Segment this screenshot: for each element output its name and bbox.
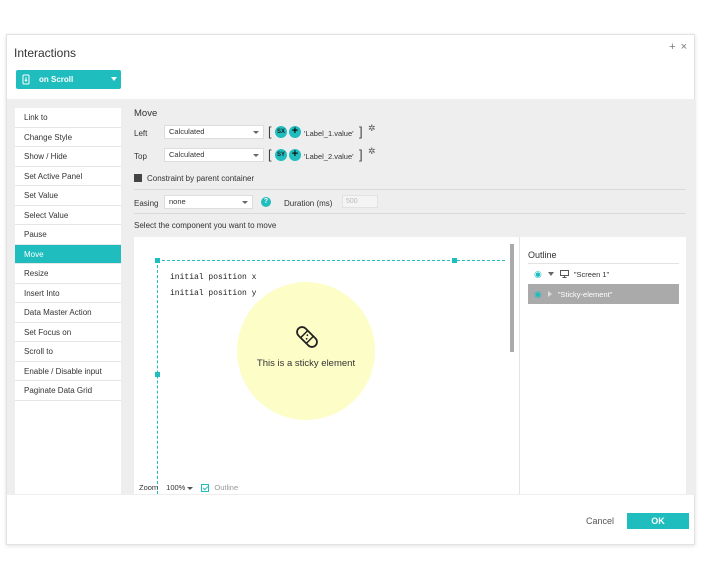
chevron-down-icon [253, 131, 259, 134]
action-item-data-master-action[interactable]: Data Master Action [15, 303, 121, 323]
move-panel: Move Left Calculated [ SX + 'Label_1.val… [134, 99, 686, 495]
dialog-top-actions: + × [669, 41, 687, 53]
easing-value: none [169, 197, 186, 206]
close-icon[interactable]: × [681, 41, 687, 53]
sticky-text: This is a sticky element [256, 358, 356, 369]
chevron-down-icon [242, 201, 248, 204]
left-bracket-open: [ [268, 124, 272, 139]
code-line: initial position x [170, 273, 257, 282]
dialog-body: Link to Change Style Show / Hide Set Active… [7, 99, 696, 495]
cancel-button[interactable]: Cancel [586, 516, 614, 526]
left-mode-value: Calculated [169, 127, 205, 136]
component-canvas[interactable]: initial position x initial position y Th… [134, 237, 519, 494]
zoom-label: Zoom [139, 483, 159, 492]
plus-icon: + [291, 125, 299, 137]
left-fn-button[interactable]: SX [275, 126, 287, 138]
plus-icon: + [291, 148, 299, 160]
help-icon[interactable]: ? [261, 197, 271, 207]
easing-select[interactable]: none [164, 195, 253, 209]
action-item-set-value[interactable]: Set Value [15, 186, 121, 206]
action-item-scroll-to[interactable]: Scroll to [15, 342, 121, 362]
left-label: Left [134, 129, 148, 138]
action-item-insert-into[interactable]: Insert Into [15, 284, 121, 303]
top-bracket-close: ] [359, 147, 363, 162]
resize-handle[interactable] [452, 258, 457, 263]
action-item-resize[interactable]: Resize [15, 264, 121, 284]
outline-item-screen[interactable]: ◉ "Screen 1" [528, 264, 679, 284]
resize-handle[interactable] [155, 258, 160, 263]
expand-right-icon[interactable] [547, 291, 552, 297]
top-label: Top [134, 152, 147, 161]
component-canvas-box: initial position x initial position y Th… [134, 237, 686, 494]
action-item-set-active-panel[interactable]: Set Active Panel [15, 167, 121, 186]
eye-icon[interactable]: ◉ [534, 269, 542, 280]
easing-label: Easing [134, 199, 159, 208]
action-item-enable-disable-input[interactable]: Enable / Disable input [15, 362, 121, 381]
constraint-checkbox[interactable] [134, 174, 142, 182]
gear-icon[interactable]: ✲ [368, 123, 376, 134]
duration-input[interactable]: 500 [342, 195, 378, 208]
divider [134, 189, 686, 190]
outline-panel: Outline ◉ "Screen 1" ◉ "Sticky-element" [528, 237, 683, 494]
action-item-paginate-data-grid[interactable]: Paginate Data Grid [15, 381, 121, 401]
top-bracket-open: [ [268, 147, 272, 162]
outline-title: Outline [528, 250, 557, 260]
chevron-down-icon [187, 486, 194, 490]
zoom-value: 100% [166, 483, 186, 492]
resize-handle[interactable] [155, 372, 160, 377]
top-add-button[interactable]: + [289, 149, 301, 161]
dialog-title: Interactions [14, 46, 77, 60]
top-fn-button[interactable]: SY [275, 149, 287, 161]
constraint-label: Constraint by parent container [147, 174, 255, 183]
action-item-select-value[interactable]: Select Value [15, 206, 121, 225]
left-add-button[interactable]: + [289, 126, 301, 138]
monitor-icon [559, 270, 569, 278]
code-line: initial position y [170, 289, 257, 298]
outline-item-sticky-element[interactable]: ◉ "Sticky-element" [528, 284, 679, 304]
action-item-move[interactable]: Move [15, 244, 121, 264]
outline-checkbox[interactable] [201, 483, 210, 492]
top-mode-value: Calculated [169, 150, 205, 159]
scroll-icon [22, 74, 31, 85]
top-mode-select[interactable]: Calculated [164, 148, 264, 162]
interactions-dialog: Interactions + × on Scroll Link to Change… [6, 34, 696, 545]
chevron-down-icon [253, 154, 259, 157]
section-title: Move [134, 108, 158, 119]
bandage-icon [292, 322, 322, 352]
top-formula[interactable]: 'Label_2.value' [304, 152, 354, 161]
left-mode-select[interactable]: Calculated [164, 125, 264, 139]
expand-down-icon[interactable] [547, 272, 554, 276]
canvas-scrollbar[interactable] [510, 244, 514, 352]
eye-icon[interactable]: ◉ [534, 289, 542, 300]
zoom-select[interactable]: 100% [166, 483, 194, 492]
chevron-down-icon [111, 77, 117, 81]
outline-toggle-label: Outline [214, 483, 239, 492]
add-interaction-icon[interactable]: + [669, 41, 675, 53]
action-list: Link to Change Style Show / Hide Set Active… [15, 108, 121, 494]
trigger-dropdown[interactable]: on Scroll [16, 70, 121, 89]
action-item-set-focus-on[interactable]: Set Focus on [15, 323, 121, 342]
zoom-controls: Zoom 100% Outline [139, 483, 238, 492]
action-item-pause[interactable]: Pause [15, 225, 121, 245]
left-formula[interactable]: 'Label_1.value' [304, 129, 354, 138]
action-item-link-to[interactable]: Link to [15, 108, 121, 128]
gear-icon[interactable]: ✲ [368, 146, 376, 157]
left-bracket-close: ] [359, 124, 363, 139]
outline-item-label: "Screen 1" [573, 269, 610, 279]
divider [519, 237, 520, 494]
select-component-label: Select the component you want to move [134, 221, 277, 230]
sticky-element[interactable]: This is a sticky element [237, 282, 375, 420]
trigger-label: on Scroll [39, 75, 74, 84]
selection-border-left [157, 260, 158, 494]
outline-item-label: "Sticky-element" [557, 289, 613, 299]
duration-label: Duration (ms) [284, 199, 333, 208]
divider [134, 213, 686, 214]
action-item-change-style[interactable]: Change Style [15, 128, 121, 147]
ok-button[interactable]: OK [627, 513, 689, 529]
action-item-show-hide[interactable]: Show / Hide [15, 147, 121, 167]
